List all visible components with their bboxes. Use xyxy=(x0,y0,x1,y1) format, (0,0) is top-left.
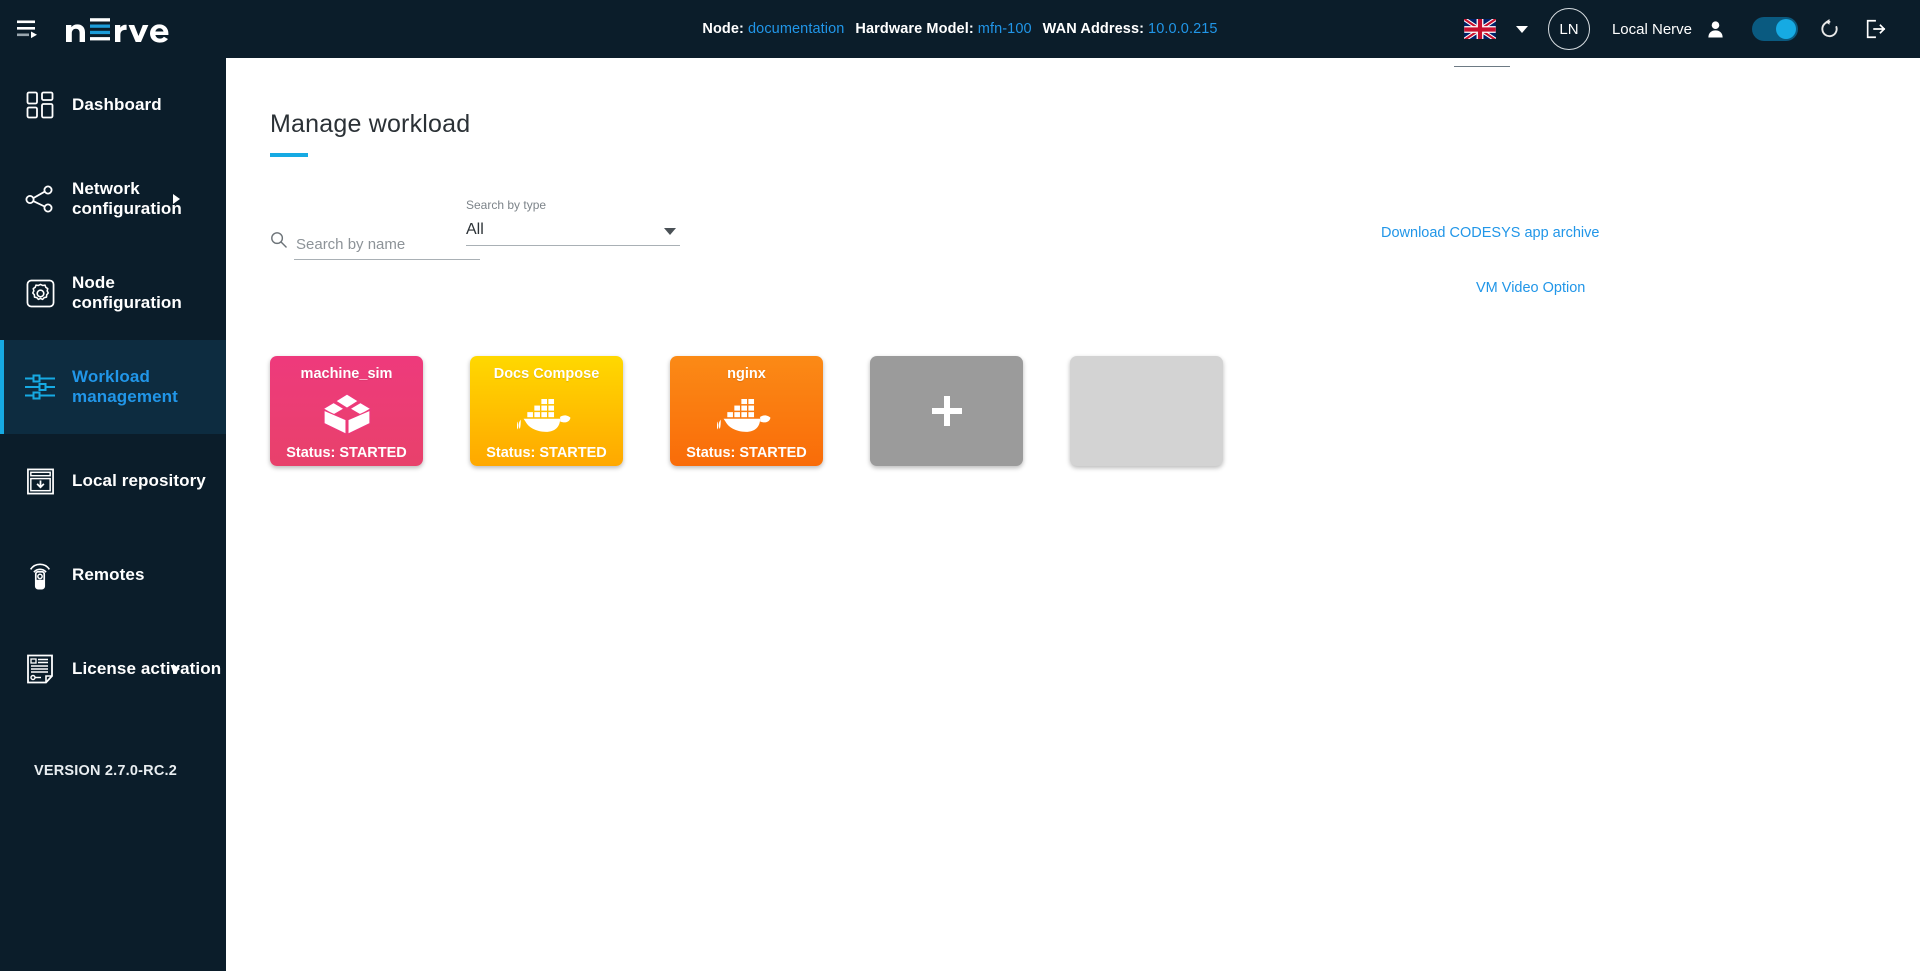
workload-card-status: Status: STARTED xyxy=(270,445,423,466)
hardware-model-value[interactable]: mfn-100 xyxy=(978,21,1032,37)
sidebar-item-label: License activation xyxy=(68,659,221,679)
sidebar-item-dashboard[interactable]: Dashboard xyxy=(0,58,226,152)
network-share-icon xyxy=(12,185,68,213)
hamburger-collapse-icon[interactable] xyxy=(0,0,58,58)
search-input[interactable] xyxy=(294,236,480,260)
workload-card-name: Docs Compose xyxy=(494,366,600,382)
docker-whale-icon xyxy=(470,382,623,445)
sidebar-item-node-configuration[interactable]: Node configuration xyxy=(0,246,226,340)
sidebar-item-label: Network configuration xyxy=(68,179,226,219)
sidebar-item-label: Dashboard xyxy=(68,95,162,115)
workload-card-status: Status: STARTED xyxy=(670,445,823,466)
page-title: Manage workload xyxy=(270,110,470,139)
chevron-down-icon[interactable] xyxy=(664,228,676,235)
workload-card-machine-sim[interactable]: machine_sim Status: STARTED xyxy=(270,356,423,466)
add-workload-card[interactable] xyxy=(870,356,1023,466)
vm-cube-icon xyxy=(270,382,423,445)
chevron-right-icon[interactable] xyxy=(173,664,180,674)
search-icon xyxy=(270,231,287,253)
sidebar-item-license-activation[interactable]: License activation xyxy=(0,622,226,716)
workload-card-list: machine_sim Status: STARTED Docs Compose xyxy=(270,356,1223,466)
plus-icon xyxy=(932,396,962,426)
search-by-type-label: Search by type xyxy=(466,198,680,212)
language-selector[interactable] xyxy=(1458,19,1502,40)
repository-download-icon xyxy=(12,467,68,496)
top-bar-actions: LN Local Nerve xyxy=(1458,0,1920,58)
wan-address-value[interactable]: 10.0.0.215 xyxy=(1148,21,1218,37)
node-label: Node: xyxy=(702,21,744,37)
vm-video-option-link[interactable]: VM Video Option xyxy=(1476,280,1585,296)
sidebar-item-label: Workload management xyxy=(68,367,226,407)
sliders-icon xyxy=(12,374,68,400)
avatar[interactable]: LN xyxy=(1548,8,1590,50)
placeholder-card xyxy=(1070,356,1223,466)
sidebar-item-label: Local repository xyxy=(68,471,206,491)
remote-control-icon xyxy=(12,560,68,590)
title-underline xyxy=(270,153,308,157)
app-root: Node: documentation Hardware Model: mfn-… xyxy=(0,0,1920,971)
workload-card-name: machine_sim xyxy=(301,366,393,382)
hardware-model-label: Hardware Model: xyxy=(855,21,973,37)
workload-card-docs-compose[interactable]: Docs Compose xyxy=(470,356,623,466)
node-value[interactable]: documentation xyxy=(748,21,844,37)
chevron-right-icon[interactable] xyxy=(173,194,180,204)
version-label: VERSION 2.7.0-RC.2 xyxy=(34,763,177,779)
dashboard-grid-icon xyxy=(12,91,68,119)
search-by-type-select[interactable]: All xyxy=(466,221,680,246)
uk-flag-icon xyxy=(1464,19,1496,40)
search-by-type-group: Search by type All xyxy=(466,198,680,246)
workload-card-status: Status: STARTED xyxy=(470,445,623,466)
toggle-switch-on[interactable] xyxy=(1752,17,1798,41)
wan-address-label: WAN Address: xyxy=(1043,21,1144,37)
avatar-initials: LN xyxy=(1559,21,1578,38)
sidebar-item-remotes[interactable]: Remotes xyxy=(0,528,226,622)
main-content: Manage workload Search by type All Downl… xyxy=(226,58,1920,971)
workload-card-nginx[interactable]: nginx xyxy=(670,356,823,466)
workload-card-name: nginx xyxy=(727,366,766,382)
sidebar: Dashboard Network configuration xyxy=(0,58,226,971)
chevron-down-icon[interactable] xyxy=(1516,26,1528,33)
search-by-name-group xyxy=(270,220,480,260)
sidebar-item-label: Remotes xyxy=(68,565,145,585)
search-by-type-value: All xyxy=(466,221,484,238)
person-icon[interactable] xyxy=(1692,0,1738,58)
docker-whale-icon xyxy=(670,382,823,445)
download-codesys-app-archive-link[interactable]: Download CODESYS app archive xyxy=(1381,225,1599,241)
logout-icon[interactable] xyxy=(1852,0,1898,58)
sidebar-item-local-repository[interactable]: Local repository xyxy=(0,434,226,528)
sidebar-item-label: Node configuration xyxy=(68,273,226,313)
user-name: Local Nerve xyxy=(1612,21,1692,38)
sidebar-item-workload-management[interactable]: Workload management xyxy=(0,340,226,434)
nerve-logo[interactable] xyxy=(64,0,182,58)
sidebar-item-network-configuration[interactable]: Network configuration xyxy=(0,152,226,246)
reboot-icon[interactable] xyxy=(1806,0,1852,58)
gear-box-icon xyxy=(12,279,68,308)
license-document-icon xyxy=(12,654,68,684)
top-bar: Node: documentation Hardware Model: mfn-… xyxy=(0,0,1920,58)
